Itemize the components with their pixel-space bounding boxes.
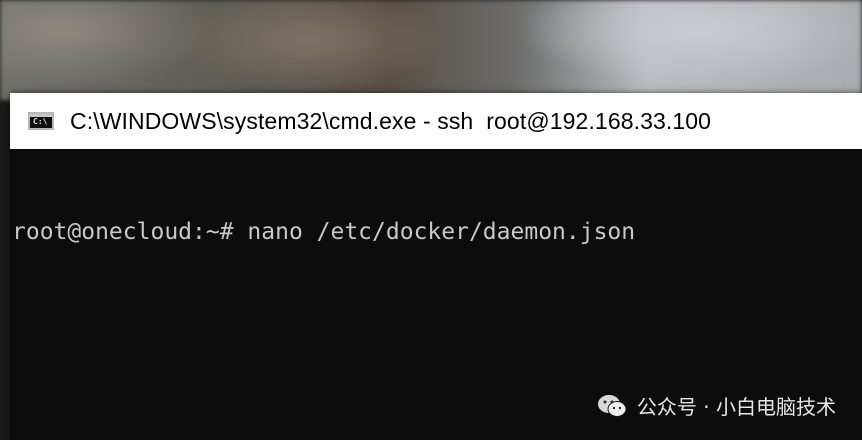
cmd-window[interactable]: C:\ C:\WINDOWS\system32\cmd.exe - ssh ro…	[10, 93, 862, 440]
cmd-icon[interactable]: C:\	[28, 112, 54, 130]
desktop-background	[0, 0, 862, 100]
cmd-icon-glyph: C:\	[33, 117, 48, 126]
watermark-text: 公众号 · 小白电脑技术	[636, 395, 836, 419]
window-titlebar[interactable]: C:\ C:\WINDOWS\system32\cmd.exe - ssh ro…	[10, 93, 862, 149]
wechat-icon	[597, 394, 627, 417]
terminal-line: root@onecloud:~# nano /etc/docker/daemon…	[12, 219, 636, 245]
screen: C:\ C:\WINDOWS\system32\cmd.exe - ssh ro…	[0, 0, 862, 440]
window-title: C:\WINDOWS\system32\cmd.exe - ssh root@1…	[70, 107, 712, 134]
terminal-output[interactable]: root@onecloud:~# nano /etc/docker/daemon…	[10, 149, 862, 307]
watermark: 公众号 · 小白电脑技术	[597, 391, 836, 420]
